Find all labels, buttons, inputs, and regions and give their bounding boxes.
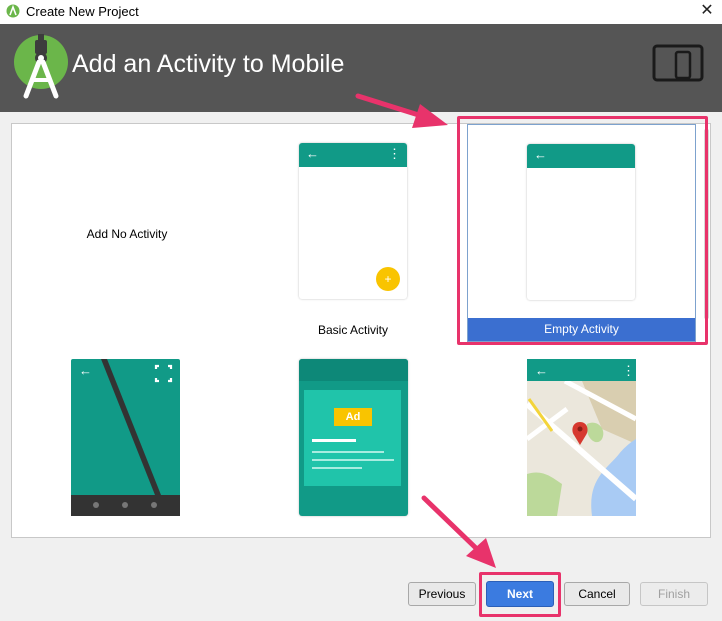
cancel-button[interactable]: Cancel <box>564 582 630 606</box>
finish-button[interactable]: Finish <box>640 582 708 606</box>
annotation-arrows <box>355 93 496 568</box>
previous-button[interactable]: Previous <box>408 582 476 606</box>
next-button[interactable]: Next <box>486 581 554 607</box>
